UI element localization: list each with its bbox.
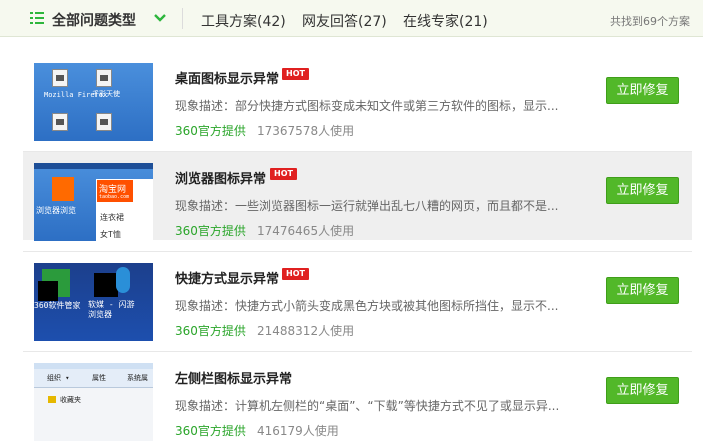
thumb-label: 系统属 xyxy=(127,374,148,382)
tab-user-answers[interactable]: 网友回答(27) xyxy=(302,11,387,31)
fix-now-button[interactable]: 立即修复 xyxy=(606,277,679,304)
solution-item: 360软件管家 软媒 - 闪游浏览器 快捷方式显示异常 HOT 现象描述：快捷方… xyxy=(23,252,692,341)
thumb-label: taobao.com xyxy=(99,194,130,200)
hot-badge: HOT xyxy=(270,168,297,180)
thumb-label: 收藏夹 xyxy=(60,396,81,404)
solution-item: 浏览器浏览 淘宝网 taobao.com 连衣裙 女T恤 浏览器图标异常 HOT… xyxy=(23,152,692,241)
thumb-label: 360软件管家 xyxy=(34,301,81,310)
problem-type-dropdown[interactable]: 全部问题类型 xyxy=(0,0,182,37)
solution-item: Mozilla Firefox 千彩天使 桌面图标显示异常 HOT 现象描述：部… xyxy=(23,52,692,141)
list-icon xyxy=(30,12,44,24)
thumb-label: 千彩天使 xyxy=(92,90,120,98)
thumbnail-sidebar-icons: 组织 ▾ 属性 系统属 收藏夹 xyxy=(34,363,153,441)
thumbnail-browser-icons: 浏览器浏览 淘宝网 taobao.com 连衣裙 女T恤 xyxy=(34,163,153,241)
divider xyxy=(182,8,183,29)
item-title[interactable]: 快捷方式显示异常 xyxy=(175,268,279,287)
chevron-down-icon xyxy=(154,14,166,22)
thumb-label: 浏览器浏览 xyxy=(36,206,76,215)
hot-badge: HOT xyxy=(282,68,309,80)
hot-badge: HOT xyxy=(282,268,309,280)
result-count: 共找到69个方案 xyxy=(610,15,690,28)
item-title[interactable]: 桌面图标显示异常 xyxy=(175,68,279,87)
filter-bar: 全部问题类型 工具方案(42) 网友回答(27) 在线专家(21) 共找到69个… xyxy=(0,0,703,37)
item-user-count: 416179人使用 xyxy=(257,424,339,438)
thumb-label: 软媒 - 闪游浏览器 xyxy=(88,300,135,319)
thumbnail-shortcut-icons: 360软件管家 软媒 - 闪游浏览器 xyxy=(34,263,153,341)
item-user-count: 17476465人使用 xyxy=(257,224,355,238)
thumb-label: 组织 ▾ xyxy=(47,374,70,382)
problem-type-label: 全部问题类型 xyxy=(52,13,136,29)
item-user-count: 21488312人使用 xyxy=(257,324,355,338)
item-description: 现象描述：计算机左侧栏的“桌面”、“下载”等快捷方式不见了或显示异... xyxy=(175,399,560,413)
item-description: 现象描述：快捷方式小箭头变成黑色方块或被其他图标所挡住，显示不... xyxy=(175,299,559,313)
item-title[interactable]: 浏览器图标异常 xyxy=(175,168,266,187)
thumbnail-desktop-icons: Mozilla Firefox 千彩天使 xyxy=(34,63,153,141)
item-provider: 360官方提供 xyxy=(175,224,246,238)
item-description: 现象描述：一些浏览器图标一运行就弹出乱七八糟的网页，而且都不是... xyxy=(175,199,559,213)
fix-now-button[interactable]: 立即修复 xyxy=(606,177,679,204)
tab-online-experts[interactable]: 在线专家(21) xyxy=(403,11,488,31)
fix-now-button[interactable]: 立即修复 xyxy=(606,377,679,404)
thumb-label: 属性 xyxy=(92,374,106,382)
item-provider: 360官方提供 xyxy=(175,124,246,138)
thumb-label: 女T恤 xyxy=(100,230,121,239)
item-provider: 360官方提供 xyxy=(175,424,246,438)
thumb-label: 连衣裙 xyxy=(100,213,124,222)
item-title[interactable]: 左侧栏图标显示异常 xyxy=(175,368,292,387)
item-provider: 360官方提供 xyxy=(175,324,246,338)
item-user-count: 17367578人使用 xyxy=(257,124,355,138)
solution-item: 组织 ▾ 属性 系统属 收藏夹 左侧栏图标显示异常 现象描述：计算机左侧栏的“桌… xyxy=(23,352,692,441)
item-description: 现象描述：部分快捷方式图标变成未知文件或第三方软件的图标，显示... xyxy=(175,99,559,113)
tab-tool-solutions[interactable]: 工具方案(42) xyxy=(201,11,286,31)
fix-now-button[interactable]: 立即修复 xyxy=(606,77,679,104)
